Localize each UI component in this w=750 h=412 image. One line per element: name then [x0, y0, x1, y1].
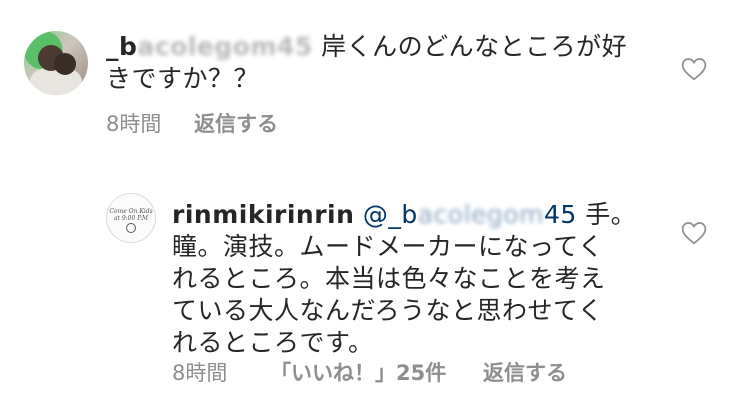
comment-text: れるところです。 — [172, 328, 374, 357]
heart-icon[interactable] — [681, 221, 707, 245]
comment-text: ている大人なんだろうなと思わせてく — [172, 296, 604, 325]
brand-logo-icon: Come On Kids at 9:00 P.M — [109, 208, 153, 222]
reply-button[interactable]: 返信する — [483, 361, 567, 385]
mention-link[interactable]: @_bacolegom45 — [363, 200, 577, 229]
comment-text: きですか？？ — [106, 64, 260, 93]
comment-meta: 8時間 「いいね！」25件 返信する — [172, 360, 567, 386]
comment-text: 岸くんのどんなところが好 — [312, 32, 628, 61]
comment-text: 瞳。演技。ムードメーカーになってく — [172, 232, 604, 261]
comment-body: _bacolegom45 岸くんのどんなところが好 きですか？？ — [106, 31, 627, 95]
likes-count-link[interactable]: 「いいね！」25件 — [270, 361, 446, 385]
comment-username[interactable]: _bacolegom45 — [106, 32, 313, 61]
comment-timestamp: 8時間 — [172, 361, 228, 385]
avatar[interactable] — [24, 31, 88, 95]
comment-text: 手。 — [576, 200, 637, 229]
comment-username[interactable]: rinmikirinrin — [172, 200, 354, 229]
comment-meta: 8時間 返信する — [106, 111, 278, 137]
comment-timestamp: 8時間 — [106, 112, 162, 136]
heart-icon[interactable] — [681, 57, 707, 81]
comment-text: れるところ。本当は色々なことを考え — [172, 264, 606, 293]
avatar[interactable]: Come On Kids at 9:00 P.M — [106, 193, 156, 243]
reply-button[interactable]: 返信する — [194, 112, 278, 136]
comment-body: rinmikirinrin @_bacolegom45 手。 瞳。演技。ムードメ… — [172, 199, 636, 359]
